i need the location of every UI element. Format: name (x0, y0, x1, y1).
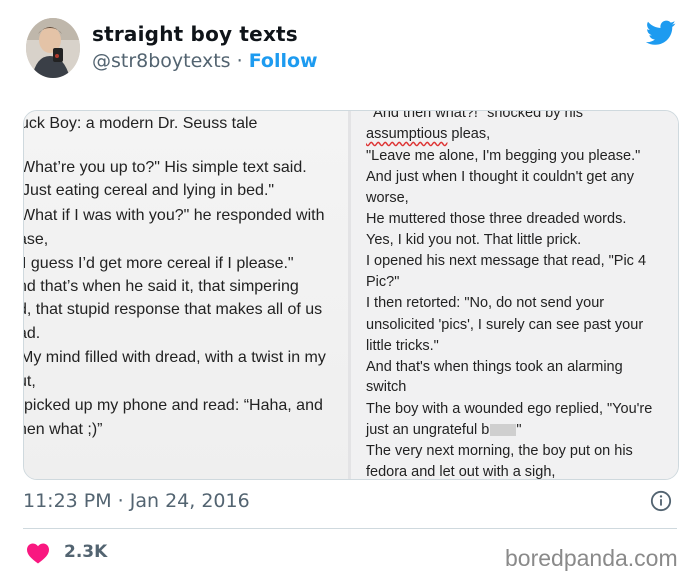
image-text-fragment: " (516, 422, 522, 438)
image-text-line: He muttered those three dreaded words. (366, 211, 627, 227)
heart-icon[interactable] (26, 542, 50, 564)
image-text-line: Yes, I kid you not. That little prick. (366, 232, 582, 248)
image-text-line: just an ungrateful b " (366, 422, 522, 438)
image-text-line: And that's when things took an alarming (366, 359, 623, 375)
image-text-line: "And then what?!" shocked by his (368, 111, 584, 121)
image-right-panel: "And then what?!" shocked by his assumpt… (351, 111, 678, 479)
info-icon[interactable] (650, 490, 672, 512)
image-text-line: I then retorted: "No, do not send your (366, 295, 605, 311)
misspelled-word: assumptious (366, 126, 448, 142)
image-text-line: d, that stupid response that makes all o… (24, 301, 323, 318)
image-text-fragment: just an ungrateful b (366, 422, 490, 438)
image-text-line: The very next morning, the boy put on hi… (366, 443, 633, 459)
display-name[interactable]: straight boy texts (92, 22, 298, 46)
tweet-timestamp[interactable]: 11:23 PM · Jan 24, 2016 (23, 490, 250, 512)
divider (23, 528, 677, 529)
image-text-line: unsolicited 'pics', I surely can see pas… (366, 317, 644, 333)
image-text-line: switch (366, 379, 407, 395)
image-text-line: ad. (24, 325, 41, 342)
censored-blur (490, 424, 517, 437)
tweet-image[interactable]: uck Boy: a modern Dr. Seuss tale What’re… (23, 110, 679, 480)
image-text-line: My mind filled with dread, with a twist … (24, 349, 326, 366)
image-text-line: I guess I’d get more cereal if I please.… (24, 255, 294, 272)
twitter-bird-icon[interactable] (646, 20, 676, 46)
handle-row: @str8boytexts · Follow (92, 50, 318, 72)
image-text-line: fedora and let out with a sigh, (366, 464, 556, 479)
image-left-panel: uck Boy: a modern Dr. Seuss tale What’re… (24, 111, 348, 479)
image-text-line: little tricks." (366, 338, 439, 354)
image-text-line: Pic?" (366, 274, 400, 290)
image-text-line: ase, (24, 231, 49, 248)
avatar[interactable] (26, 18, 80, 78)
follow-button[interactable]: Follow (249, 50, 318, 72)
handle[interactable]: @str8boytexts (92, 50, 231, 72)
image-text-line: nd that’s when he said it, that simperin… (24, 278, 299, 295)
image-text-line: What’re you up to?" His simple text said… (24, 159, 307, 176)
watermark: boredpanda.com (505, 545, 678, 571)
image-text-line: uck Boy: a modern Dr. Seuss tale (24, 115, 258, 132)
image-text-line: hen what ;)” (24, 421, 103, 438)
image-text-line: The boy with a wounded ego replied, "You… (366, 401, 653, 417)
image-text-fragment: pleas, (447, 126, 491, 142)
image-text-line: Just eating cereal and lying in bed." (24, 182, 275, 199)
tweet-header: straight boy texts @str8boytexts · Follo… (0, 0, 700, 100)
image-text-line: assumptious pleas, (366, 126, 490, 142)
image-text-line: ut, (24, 373, 36, 390)
image-text-line: And just when I thought it couldn't get … (366, 169, 634, 185)
image-text-line: worse, (366, 190, 409, 206)
avatar-photo (26, 18, 80, 78)
like-count[interactable]: 2.3K (64, 542, 107, 562)
image-text-line: picked up my phone and read: “Haha, and (24, 397, 323, 414)
handle-separator: · (230, 50, 249, 72)
image-text-line: What if I was with you?" he responded wi… (24, 207, 325, 224)
image-text-line: I opened his next message that read, "Pi… (366, 253, 647, 269)
image-text-line: "Leave me alone, I'm begging you please.… (366, 148, 641, 164)
